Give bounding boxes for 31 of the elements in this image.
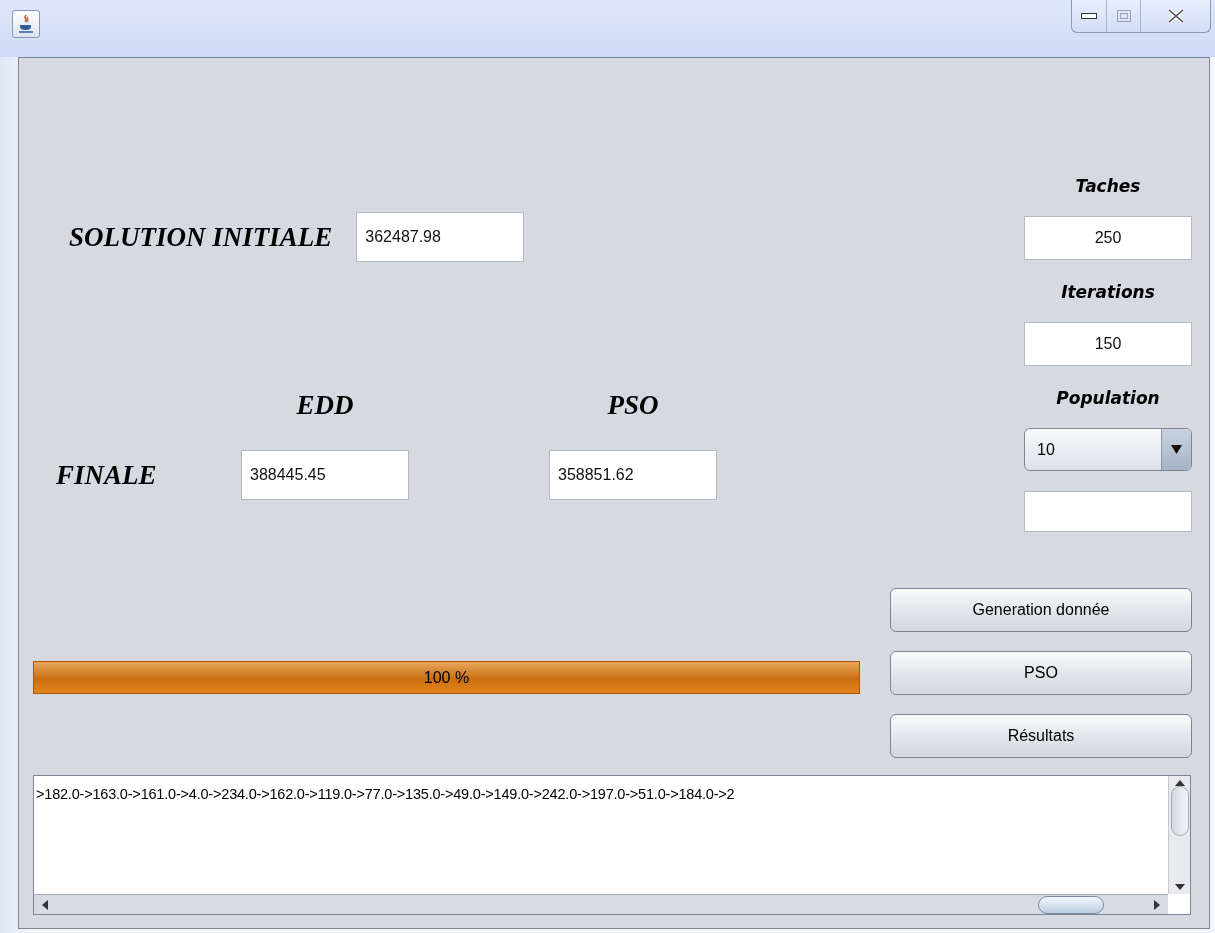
close-icon: [1165, 8, 1186, 24]
minimize-icon: [1081, 13, 1097, 19]
population-dropdown[interactable]: 10: [1024, 428, 1192, 471]
vertical-scrollbar[interactable]: [1168, 776, 1190, 894]
scroll-right-icon[interactable]: [1154, 899, 1160, 910]
dropdown-arrow-icon: [1171, 445, 1182, 454]
param-label: Population: [1056, 388, 1160, 410]
result-field[interactable]: 388445.45: [241, 450, 409, 500]
maximize-icon: [1116, 10, 1131, 22]
param-field[interactable]: 150: [1024, 322, 1192, 366]
column-header: PSO: [607, 389, 659, 421]
param-label: Iterations: [1061, 282, 1155, 304]
param-field[interactable]: 250: [1024, 216, 1192, 260]
action-button[interactable]: PSO: [890, 651, 1192, 695]
scroll-thumb[interactable]: [1038, 895, 1104, 914]
output-text: >182.0->163.0->161.0->4.0->234.0->162.0->119.0->77.0->135.0->49.0->149.0->242.0->197.0->51.0->184.0->2: [35, 785, 736, 804]
scroll-left-icon[interactable]: [42, 899, 48, 910]
scroll-down-icon[interactable]: [1174, 884, 1185, 890]
scroll-thumb[interactable]: [1170, 786, 1189, 836]
action-button[interactable]: Generation donnée: [890, 588, 1192, 632]
output-text-area[interactable]: >182.0->163.0->161.0->4.0->234.0->162.0->119.0->77.0->135.0->49.0->149.0->242.0->197.0->51.0->184.0->2: [33, 775, 1191, 915]
action-button[interactable]: Résultats: [890, 714, 1192, 758]
param-label: Taches: [1075, 176, 1141, 198]
progress-text: 100 %: [422, 667, 471, 688]
finale-label: FINALE: [55, 459, 158, 491]
text-field[interactable]: [1024, 491, 1192, 532]
solution-label: SOLUTION INITIALE: [69, 221, 333, 253]
app-icon: [12, 10, 40, 38]
result-field[interactable]: 358851.62: [549, 450, 717, 500]
column-header: EDD: [296, 389, 354, 421]
solution-field[interactable]: 362487.98: [356, 212, 525, 262]
